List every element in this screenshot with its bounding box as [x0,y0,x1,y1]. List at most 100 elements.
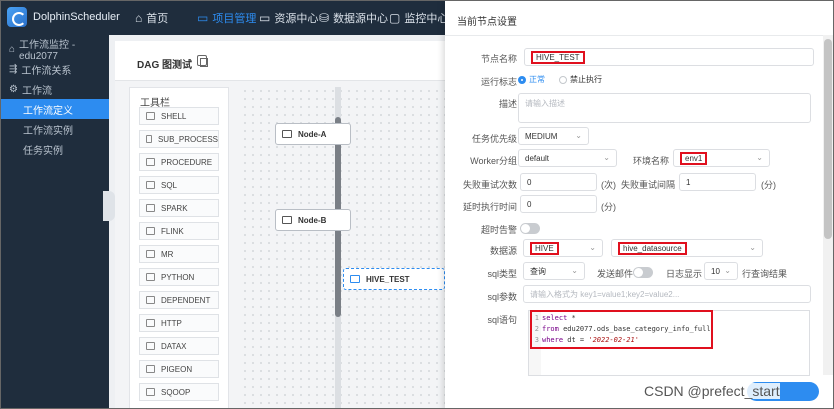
drawer-scrollbar-thumb[interactable] [824,39,832,239]
nav-datasource[interactable]: ⛁ 数据源中心 [319,1,388,35]
tool-label: SQOOP [161,387,191,397]
watermark: CSDN @prefect_start [644,383,780,399]
sql-type-select[interactable]: 查询 ⌄ [523,262,585,280]
nav-project[interactable]: ▭ 项目管理 [197,1,256,35]
env-select[interactable]: env1 ⌄ [673,149,770,167]
dag-node-hive-test[interactable]: HIVE_TEST [343,268,445,290]
tool-sql[interactable]: SQL [139,176,219,194]
chevron-down-icon: ⌄ [571,266,578,275]
datasource-type-select[interactable]: HIVE ⌄ [523,239,603,257]
app-name: DolphinScheduler [33,11,120,23]
tool-http[interactable]: HTTP [139,314,219,332]
radio-off-icon [559,75,567,84]
spark-icon [146,204,155,212]
tool-datax[interactable]: DATAX [139,337,219,355]
procedure-icon [146,158,155,166]
run-flag-forbidden[interactable]: 禁止执行 [559,74,602,85]
monitor-icon: ▢ [389,11,401,25]
tool-label: SPARK [161,203,188,213]
drawer-title: 当前节点设置 [457,17,517,28]
sql-type-label: sql类型 [487,269,517,279]
tool-sub-process[interactable]: SUB_PROCESS [139,130,219,148]
sql-params-label: sql参数 [487,292,517,302]
tool-label: SQL [161,180,178,190]
divider [445,35,833,36]
node-name-label: 节点名称 [480,54,517,64]
tool-sqoop[interactable]: SQOOP [139,383,219,401]
flink-icon [146,227,155,235]
chevron-down-icon: ⌄ [589,243,596,252]
dag-node-b[interactable]: Node-B [275,209,351,231]
nav-monitor[interactable]: ▢ 监控中心 [389,1,448,35]
description-textarea[interactable]: 请输入描述 [518,93,811,123]
dag-title: DAG 图测试 [137,60,192,71]
database-icon: ⛁ [319,11,330,25]
delay-time-input[interactable]: 0 [520,195,597,213]
retry-times-label: 失败重试次数 [462,180,517,190]
run-flag-normal[interactable]: 正常 [518,74,545,85]
database-icon [350,275,360,283]
tool-procedure[interactable]: PROCEDURE [139,153,219,171]
sidebar-item-workflow-monitor[interactable]: ⌂ 工作流监控 - edu2077 [1,39,109,62]
retry-interval-unit: (分) [761,180,776,190]
home-icon: ⌂ [9,43,16,55]
nav-home[interactable]: ⌂ 首页 [135,1,168,35]
log-rows-select[interactable]: 10 ⌄ [704,262,738,280]
chevron-down-icon: ⌄ [603,153,610,162]
datasource-name-select[interactable]: hive_datasource ⌄ [611,239,763,257]
dolphin-logo-icon [7,7,27,27]
timeout-alarm-switch[interactable] [520,223,540,234]
run-flag-label: 运行标志 [480,77,517,87]
sidebar-item-task-instance[interactable]: 任务实例 [1,139,109,159]
shell-icon [282,216,292,224]
retry-interval-label: 失败重试间隔 [621,180,676,190]
tool-spark[interactable]: SPARK [139,199,219,217]
sub-process-icon [146,135,152,143]
tool-python[interactable]: PYTHON [139,268,219,286]
tool-shell[interactable]: SHELL [139,107,219,125]
datax-icon [146,342,155,350]
copy-icon[interactable] [197,55,208,67]
retry-interval-input[interactable]: 1 [679,173,756,191]
app-window: DolphinScheduler ⌂ 首页 ▭ 项目管理 ▭ 资源中心 ⛁ 数据… [0,0,834,409]
brand[interactable]: DolphinScheduler [7,7,120,27]
delay-time-label: 延时执行时间 [462,202,517,212]
sidebar-collapse-handle[interactable] [103,191,115,221]
tool-label: DEPENDENT [161,295,211,305]
gear-icon: ⚙ [9,83,18,95]
sidebar-item-workflow-definition[interactable]: 工作流定义 [1,99,109,119]
shell-icon [282,130,292,138]
nav-resource[interactable]: ▭ 资源中心 [259,1,318,35]
dag-header: DAG 图测试 [115,41,445,81]
retry-times-input[interactable]: 0 [520,173,597,191]
send-mail-switch[interactable] [633,267,653,278]
dag-node-a[interactable]: Node-A [275,123,351,145]
sidebar-item-workflow-instance[interactable]: 工作流实例 [1,119,109,139]
tool-label: PIGEON [161,364,193,374]
sql-params-input[interactable]: 请输入格式为 key1=value1;key2=value2... [523,285,811,303]
tool-label: MR [161,249,174,259]
dag-panel: DAG 图测试 工具栏 SHELL SUB_PROCESS PROCEDURE SQL… [115,41,445,408]
node-name-input[interactable]: HIVE_TEST [524,48,814,66]
shell-icon [146,112,155,120]
tool-dependent[interactable]: DEPENDENT [139,291,219,309]
tool-mr[interactable]: MR [139,245,219,263]
tool-label: PROCEDURE [161,157,213,167]
sidebar-item-workflow[interactable]: ⚙ 工作流 [1,79,109,99]
description-label: 描述 [498,99,517,109]
run-flag-group: 正常 禁止执行 [518,74,602,85]
folder-icon: ▭ [259,11,271,25]
priority-label: 任务优先级 [471,134,517,144]
pigeon-icon [146,365,155,373]
relation-icon: ⇶ [9,63,18,75]
worker-group-select[interactable]: default ⌄ [518,149,617,167]
delay-time-unit: (分) [601,202,616,212]
tool-flink[interactable]: FLINK [139,222,219,240]
tool-pigeon[interactable]: PIGEON [139,360,219,378]
sql-label: sql语句 [487,315,517,325]
datasource-label: 数据源 [489,246,517,256]
sidebar-item-workflow-relation[interactable]: ⇶ 工作流关系 [1,59,109,79]
timeout-alarm-label: 超时告警 [480,225,517,235]
priority-select[interactable]: MEDIUM ⌄ [518,127,589,145]
chevron-down-icon: ⌄ [575,131,582,140]
